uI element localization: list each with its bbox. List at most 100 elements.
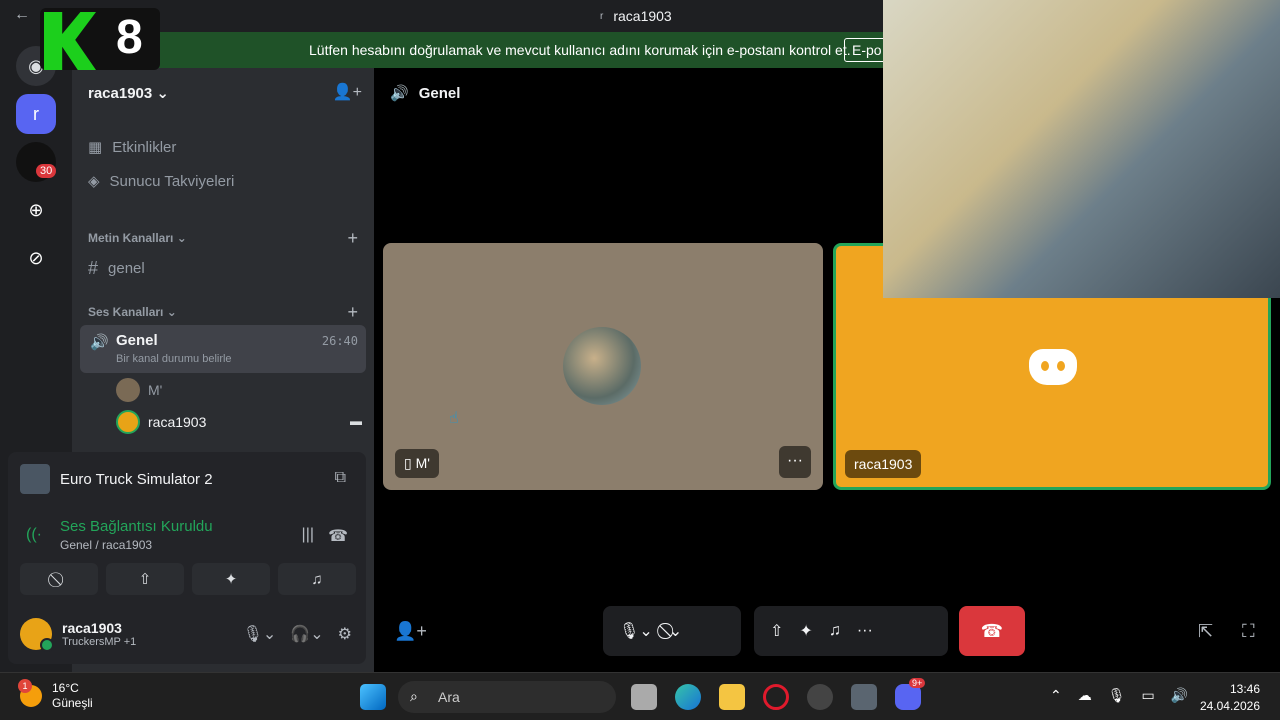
boost-icon: ◈ <box>88 173 100 190</box>
taskbar: 1 16°C Güneşli ⌕ Ara 9+ ⌃ ☁ 🎙 ▭ 🔊 13:46 24.… <box>0 672 1280 720</box>
cloud-icon[interactable]: ☁ <box>1078 687 1092 704</box>
voice-channel-status[interactable]: Bir kanal durumu belirle <box>116 353 232 365</box>
microphone-icon[interactable]: 🎙⌄ <box>619 621 653 641</box>
start-icon[interactable] <box>360 684 386 710</box>
member-name: M' <box>148 382 163 398</box>
search-box[interactable]: ⌕ Ara <box>398 681 616 713</box>
sidebar-item-label: Etkinlikler <box>112 138 177 156</box>
chevron-down-icon: ⌄ <box>156 85 169 102</box>
noise-suppression-icon[interactable]: ||| <box>302 526 314 544</box>
add-server-icon[interactable]: ⊕ <box>16 190 56 230</box>
voice-category[interactable]: Ses Kanalları ⌄ <box>88 305 177 319</box>
search-placeholder: Ara <box>438 689 460 705</box>
leave-call-button[interactable]: ☎ <box>959 606 1025 656</box>
user-panel: Euro Truck Simulator 2 ⧉ ((· Ses Bağlant… <box>8 452 366 664</box>
mobile-icon: ▯ <box>404 455 412 471</box>
activity-game: Euro Truck Simulator 2 <box>20 464 213 494</box>
share-screen-icon[interactable]: ⧉ <box>335 469 346 487</box>
obs-icon[interactable] <box>807 684 833 710</box>
voice-actions: ⃠ ⇧ ✦ ♫ <box>20 563 356 595</box>
hash-icon: # <box>88 258 99 278</box>
server-name[interactable]: raca1903 ⌄ <box>88 84 169 102</box>
activities-button[interactable]: ✦ <box>192 563 270 595</box>
more-options-button[interactable]: ··· <box>779 446 811 478</box>
channel-genel[interactable]: # genel <box>88 258 145 279</box>
headphones-icon[interactable]: 🎧⌄ <box>290 624 323 644</box>
search-icon: ⌕ <box>410 688 418 704</box>
soundboard-icon[interactable]: ♫ <box>829 622 841 640</box>
avatar <box>563 327 641 405</box>
opera-icon[interactable] <box>763 684 789 710</box>
voice-channel-genel[interactable]: 🔊 Genel Bir kanal durumu belirle 26:40 <box>80 325 366 373</box>
calendar-icon: ▦ <box>88 139 103 156</box>
avatar <box>116 410 140 434</box>
sidebar-item-boosts[interactable]: ◈ Sunucu Takviyeleri <box>88 172 235 191</box>
category-label: Metin Kanalları <box>88 231 174 245</box>
voice-member[interactable]: raca1903 <box>116 410 206 434</box>
disconnect-icon[interactable]: ☎ <box>328 526 348 546</box>
microphone-icon[interactable]: 🎙 <box>1108 687 1126 704</box>
participant-label: ▯ M' <box>395 449 439 478</box>
screen-share-icon[interactable]: ⇧ <box>770 621 783 641</box>
current-user[interactable]: raca1903 TruckersMP +1 <box>20 618 137 652</box>
explore-icon[interactable]: ⊘ <box>16 238 56 278</box>
sun-icon: 1 <box>18 679 42 707</box>
fullscreen-icon[interactable]: ⛶ <box>1242 621 1255 642</box>
add-text-channel-icon[interactable]: + <box>347 228 358 249</box>
weather-widget[interactable]: 1 16°C Güneşli <box>18 679 93 711</box>
server-mt-icon[interactable]: 30 <box>16 142 57 182</box>
camera-off-button[interactable]: ⃠ <box>20 563 98 595</box>
voice-channel-name: Genel <box>116 332 158 349</box>
text-category[interactable]: Metin Kanalları ⌄ <box>88 231 187 245</box>
invite-icon[interactable]: 👤+ <box>394 621 427 642</box>
sidebar-item-label: Sunucu Takviyeleri <box>109 172 235 190</box>
system-tray: ⌃ ☁ 🎙 ▭ 🔊 <box>1050 687 1188 704</box>
volume-icon[interactable]: 🔊 <box>1171 687 1188 704</box>
add-voice-channel-icon[interactable]: + <box>347 302 358 323</box>
invite-icon[interactable]: 👤+ <box>333 82 362 102</box>
popout-icon[interactable]: ⇱ <box>1198 621 1213 642</box>
game-name: Euro Truck Simulator 2 <box>60 470 213 488</box>
speaker-icon: 🔊 <box>390 85 409 102</box>
voice-channel-timer: 26:40 <box>321 334 358 348</box>
member-name: raca1903 <box>148 414 207 430</box>
chevron-up-icon[interactable]: ⌃ <box>1050 687 1062 704</box>
network-icon[interactable]: ▭ <box>1142 687 1155 704</box>
voice-member[interactable]: M' <box>116 378 162 402</box>
avatar <box>20 618 54 652</box>
soundboard-button[interactable]: ♫ <box>278 563 356 595</box>
signal-icon: ((· <box>26 526 42 543</box>
sidebar-item-events[interactable]: ▦ Etkinlikler <box>88 138 177 157</box>
activities-icon[interactable]: ✦ <box>799 621 812 641</box>
server-name-text: raca1903 <box>88 85 153 102</box>
participant-tile[interactable]: ▯ M' ··· ☝ <box>383 243 823 490</box>
explorer-icon[interactable] <box>719 684 745 710</box>
microphone-icon[interactable]: 🎙⌄ <box>243 624 277 644</box>
edge-icon[interactable] <box>675 684 701 710</box>
back-arrow-icon[interactable]: ← <box>14 6 30 24</box>
game-icon <box>20 464 50 494</box>
stage-actions: ⇧ ✦ ♫ ··· <box>754 606 948 656</box>
ets2-icon[interactable] <box>851 684 877 710</box>
clock[interactable]: 13:46 24.04.2026 <box>1200 681 1260 715</box>
speaker-icon: 🔊 <box>90 334 109 351</box>
participant-name: raca1903 <box>845 450 922 478</box>
discord-logo-icon <box>1029 349 1077 385</box>
user-name: raca1903 <box>62 620 122 636</box>
task-view-icon[interactable] <box>631 684 657 710</box>
voice-status-title[interactable]: Ses Bağlantısı Kuruldu <box>60 518 213 535</box>
camera-off-icon[interactable]: ⃠⌄ <box>669 621 682 641</box>
gear-icon[interactable]: ⚙ <box>338 624 352 644</box>
user-status: TruckersMP +1 <box>62 636 137 648</box>
server-raca-icon[interactable]: r <box>16 94 56 134</box>
category-label: Ses Kanalları <box>88 305 164 319</box>
screen-share-button[interactable]: ⇧ <box>106 563 184 595</box>
more-icon[interactable]: ··· <box>857 622 873 640</box>
server-icon: r <box>600 10 604 22</box>
live-icon: ▬ <box>350 414 362 428</box>
discord-icon[interactable]: 9+ <box>895 678 926 710</box>
media-controls: 🎙⌄ ⃠⌄ <box>603 606 741 656</box>
k-logo-icon <box>44 12 96 70</box>
weather-text: Güneşli <box>52 696 93 710</box>
banner-text: Lütfen hesabını doğrulamak ve mevcut kul… <box>309 42 851 58</box>
